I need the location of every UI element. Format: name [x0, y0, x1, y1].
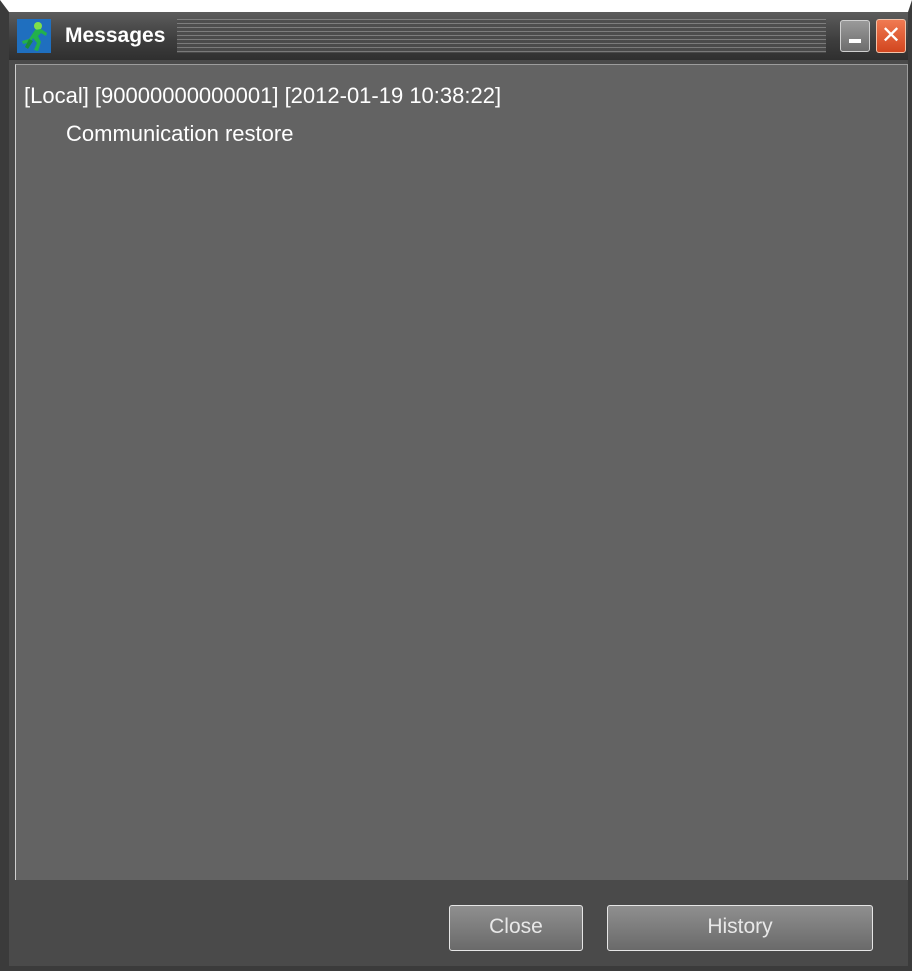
message-header: [Local] [90000000000001] [2012-01-19 10:… [24, 83, 502, 108]
close-icon[interactable]: ✕ [876, 19, 906, 53]
close-button[interactable]: Close [449, 905, 583, 951]
minimize-icon[interactable] [840, 20, 870, 52]
message-list[interactable]: [Local] [90000000000001] [2012-01-19 10:… [15, 64, 908, 881]
button-bar: Close History [9, 880, 908, 966]
title-bar[interactable]: Messages ✕ [9, 12, 908, 60]
running-figure-icon [17, 19, 51, 53]
history-button[interactable]: History [607, 905, 873, 951]
messages-window: Messages ✕ [Local] [90000000000001] [201… [0, 0, 912, 971]
title-stripes [177, 19, 826, 53]
message-text: Communication restore [66, 121, 294, 146]
window-title: Messages [65, 24, 166, 47]
